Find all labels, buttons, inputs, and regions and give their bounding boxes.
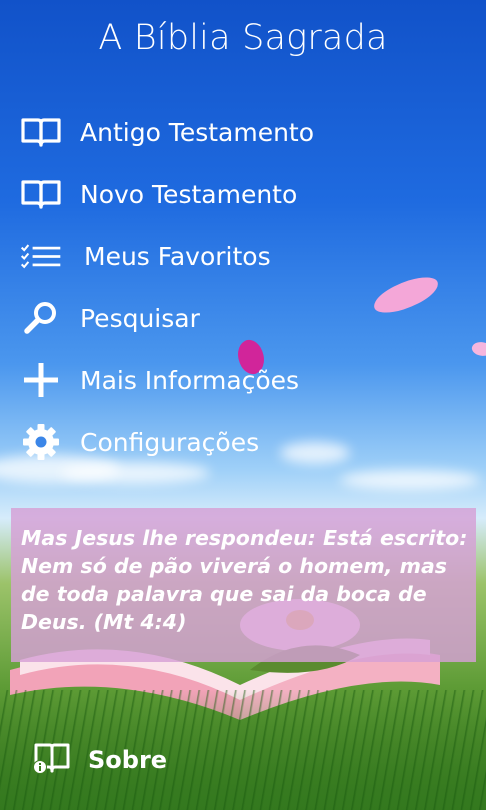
verse-text: Mas Jesus lhe respondeu: Está escrito: N… <box>21 526 468 634</box>
menu-item-label: Mais Informações <box>80 365 300 395</box>
menu-item-mais-informacoes[interactable]: Mais Informações <box>20 349 314 411</box>
checklist-icon <box>20 235 62 277</box>
menu-item-label: Pesquisar <box>80 303 200 333</box>
main-menu: Antigo Testamento Novo Testamento Meus F… <box>20 101 314 473</box>
petal <box>470 339 486 359</box>
menu-item-label: Novo Testamento <box>80 179 298 209</box>
verse-panel: Mas Jesus lhe respondeu: Está escrito: N… <box>11 508 476 662</box>
menu-item-label: Configurações <box>80 427 260 457</box>
menu-item-pesquisar[interactable]: Pesquisar <box>20 287 314 349</box>
cloud <box>340 470 480 490</box>
menu-item-label: Antigo Testamento <box>80 117 315 147</box>
book-info-icon <box>32 742 72 778</box>
app-title: A Bíblia Sagrada <box>98 18 388 58</box>
menu-item-label: Meus Favoritos <box>84 241 271 271</box>
menu-item-antigo-testamento[interactable]: Antigo Testamento <box>20 101 314 163</box>
menu-item-meus-favoritos[interactable]: Meus Favoritos <box>20 225 314 287</box>
menu-item-novo-testamento[interactable]: Novo Testamento <box>20 163 314 225</box>
about-button[interactable]: Sobre <box>32 742 167 778</box>
book-open-icon <box>20 173 62 215</box>
menu-item-configuracoes[interactable]: Configurações <box>20 411 314 473</box>
book-open-icon <box>20 111 62 153</box>
plus-icon <box>20 359 62 401</box>
gear-icon <box>20 421 62 463</box>
about-label: Sobre <box>88 746 168 774</box>
search-icon <box>20 297 62 339</box>
petal <box>369 272 443 318</box>
